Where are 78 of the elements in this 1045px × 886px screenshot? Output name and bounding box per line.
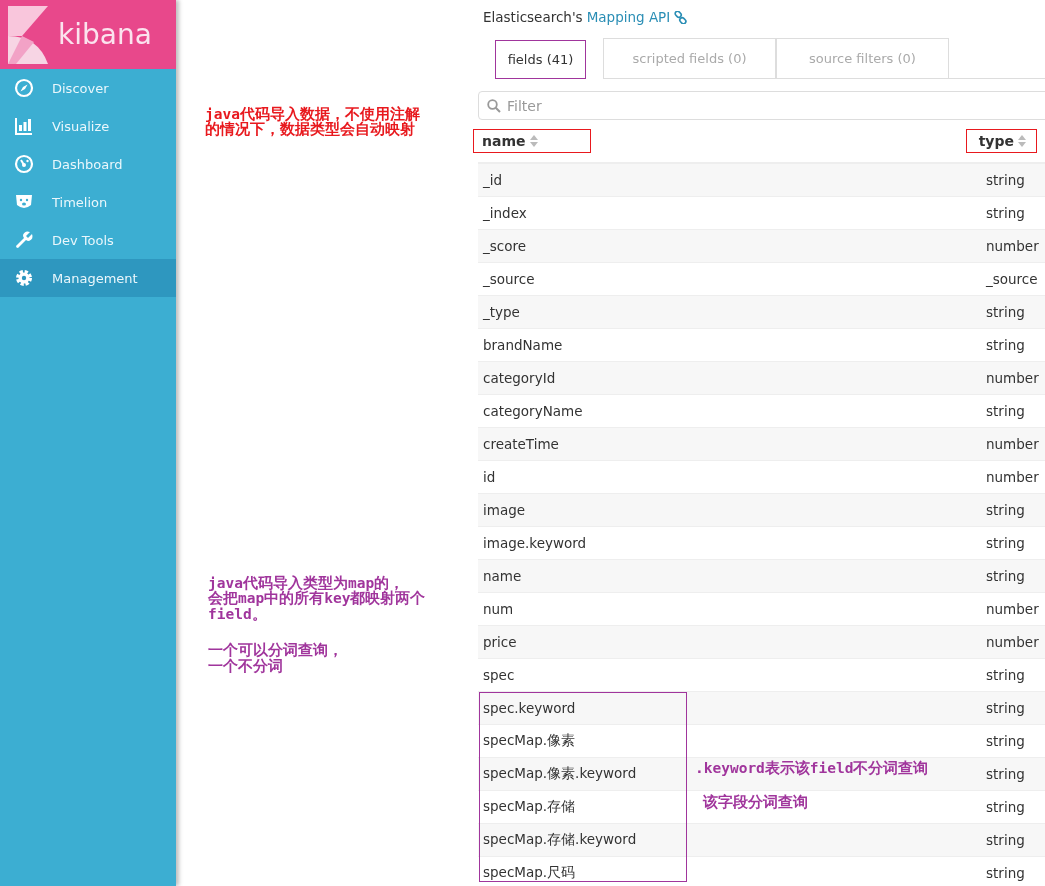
field-type: string: [986, 865, 1026, 881]
annotation-text: 会把map中的所有key都映射两个: [208, 591, 426, 606]
field-type: string: [986, 502, 1026, 518]
compass-icon: [14, 78, 34, 98]
field-type: string: [986, 832, 1026, 848]
field-type: string: [986, 667, 1026, 683]
field-name: _type: [483, 304, 520, 320]
annotation-text: java代码导入数据，不使用注解: [205, 107, 420, 122]
annotation-text: 该字段分词查询: [703, 795, 808, 810]
wrench-icon: [14, 230, 34, 250]
link-icon: [674, 10, 688, 24]
field-type: number: [986, 370, 1040, 386]
field-name: spec.keyword: [483, 700, 576, 716]
nav-item[interactable]: Timelion: [0, 183, 176, 221]
field-name: image: [483, 502, 526, 518]
field-name: image.keyword: [483, 535, 587, 551]
nav-item[interactable]: Discover: [0, 69, 176, 107]
field-type: _source: [986, 271, 1039, 287]
field-name: createTime: [483, 436, 559, 452]
sort-icon: [529, 135, 538, 147]
field-type: number: [986, 469, 1040, 485]
tab[interactable]: scripted fields (0): [603, 38, 776, 78]
field-name: specMap.像素: [483, 732, 576, 750]
field-name: brandName: [483, 337, 563, 353]
field-type: number: [986, 634, 1040, 650]
sort-icon: [1018, 135, 1026, 147]
field-type: number: [986, 238, 1040, 254]
annotation-text: 一个不分词: [208, 659, 283, 674]
field-type: string: [986, 172, 1026, 188]
column-header[interactable]: name: [474, 130, 590, 152]
field-type: string: [986, 568, 1026, 584]
annotation-text: 一个可以分词查询，: [208, 643, 343, 658]
field-type: string: [986, 535, 1026, 551]
field-name: id: [483, 469, 496, 485]
field-name: specMap.像素.keyword: [483, 765, 637, 783]
field-type: string: [986, 337, 1026, 353]
field-name: name: [483, 568, 522, 584]
field-name: spec: [483, 667, 515, 683]
field-type: string: [986, 766, 1026, 782]
settings-icon: [14, 268, 34, 288]
nav-item[interactable]: Visualize: [0, 107, 176, 145]
field-type: string: [986, 700, 1026, 716]
field-name: price: [483, 634, 517, 650]
annotation-text: java代码导入类型为map的，: [208, 576, 405, 591]
nav-item[interactable]: Management: [0, 259, 176, 297]
field-name: _score: [483, 238, 527, 254]
field-type: string: [986, 304, 1026, 320]
field-type: string: [986, 799, 1026, 815]
field-name: _source: [483, 271, 535, 287]
field-type: string: [986, 403, 1026, 419]
bar-chart-icon: [14, 116, 34, 136]
field-type: string: [986, 205, 1026, 221]
filter-field[interactable]: Filter: [478, 91, 1045, 120]
field-type: string: [986, 733, 1026, 749]
field-type: number: [986, 436, 1040, 452]
field-type: number: [986, 601, 1040, 617]
nav-item[interactable]: Dashboard: [0, 145, 176, 183]
logo-text: kibana: [58, 18, 152, 51]
annotation-text: field。: [208, 607, 267, 622]
field-name: categoryId: [483, 370, 556, 386]
column-header[interactable]: type: [966, 130, 1036, 152]
nav-item[interactable]: Dev Tools: [0, 221, 176, 259]
annotation-text: .keyword表示该field不分词查询: [695, 761, 929, 776]
tab[interactable]: source filters (0): [776, 38, 949, 78]
field-name: num: [483, 601, 514, 617]
search-icon: [487, 99, 501, 113]
annotation-text: 的情况下，数据类型会自动映射: [205, 122, 415, 137]
field-name: specMap.存储: [483, 798, 576, 816]
logo-icon: [8, 5, 48, 64]
gauge-icon: [14, 154, 34, 174]
field-name: categoryName: [483, 403, 583, 419]
field-name: specMap.尺码: [483, 864, 576, 882]
mapping-api-link[interactable]: Mapping API: [586, 8, 671, 26]
tab[interactable]: fields (41): [478, 38, 603, 79]
field-name: _index: [483, 205, 527, 221]
field-name: specMap.存储.keyword: [483, 831, 637, 849]
intro-text: Elasticsearch's: [483, 8, 583, 26]
field-name: _id: [483, 172, 503, 188]
